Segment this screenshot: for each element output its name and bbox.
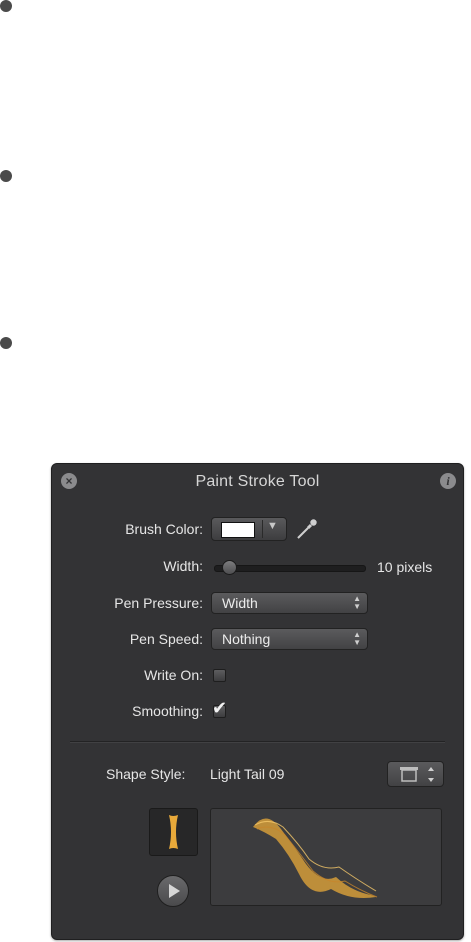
- width-value: 10 pixels: [377, 559, 433, 575]
- smoothing-label: Smoothing:: [132, 703, 203, 719]
- pen-pressure-popup[interactable]: Width ▲ ▼: [211, 592, 368, 614]
- pen-speed-value: Nothing: [222, 631, 271, 647]
- brush-color-label: Brush Color:: [125, 521, 203, 537]
- shape-style-thumbnail[interactable]: [149, 808, 198, 856]
- shape-library-button[interactable]: [387, 761, 444, 787]
- shape-style-value: Light Tail 09: [210, 766, 285, 782]
- chevron-down-icon[interactable]: ▼: [267, 520, 278, 532]
- info-icon[interactable]: i: [440, 473, 456, 489]
- pen-speed-popup[interactable]: Nothing ▲ ▼: [211, 628, 368, 650]
- separator: [70, 741, 445, 743]
- eyedropper-icon[interactable]: [294, 516, 320, 542]
- width-slider-knob[interactable]: [222, 560, 238, 575]
- write-on-checkbox[interactable]: [213, 669, 226, 682]
- play-button[interactable]: [157, 875, 189, 907]
- stepper-arrows-icon: ▲ ▼: [353, 630, 361, 647]
- well-divider: [262, 520, 263, 538]
- width-label: Width:: [163, 558, 203, 574]
- shape-style-label: Shape Style:: [106, 766, 186, 782]
- pen-pressure-label: Pen Pressure:: [114, 595, 203, 611]
- stepper-arrows-icon: ▲ ▼: [353, 594, 361, 611]
- stroke-preview-graphic: [253, 818, 378, 898]
- brush-color-swatch: [221, 522, 255, 538]
- write-on-label: Write On:: [144, 667, 203, 683]
- checkmark-icon: ✔: [212, 698, 228, 718]
- shape-library-icon: [400, 767, 434, 782]
- pen-pressure-value: Width: [222, 595, 258, 611]
- hud-title: Paint Stroke Tool: [195, 473, 320, 490]
- paint-stroke-hud: × Paint Stroke Tool i Brush Color: ▼ Wid…: [51, 463, 464, 940]
- play-icon: [169, 884, 180, 898]
- brush-color-well[interactable]: ▼: [211, 517, 287, 541]
- bullet-1: [0, 0, 12, 12]
- shape-style-preview: [210, 808, 442, 906]
- stroke-profile-icon: [169, 815, 178, 849]
- pen-speed-label: Pen Speed:: [129, 631, 203, 647]
- bullet-2: [0, 170, 12, 182]
- bullet-3: [0, 337, 12, 349]
